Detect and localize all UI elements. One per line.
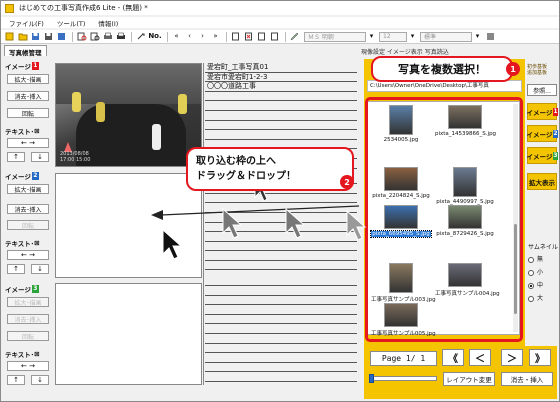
cursor-icon [162, 228, 183, 260]
cursor-icon [346, 209, 367, 241]
cursor-icon [285, 207, 306, 239]
callout-2-line2: ドラッグ＆ドロップ！ [196, 171, 296, 182]
app-window: はじめての工事写真作成6 Lite - (無題) * ファイル(F) ツール(T… [0, 0, 560, 402]
cursor-icon [222, 207, 243, 239]
callout-2-badge: 2 [340, 175, 354, 189]
callout-drag-drop: 取り込む枠の上へ ドラッグ＆ドロップ！ [186, 147, 354, 191]
callout-1-badge: 1 [506, 62, 520, 76]
callout-2-line1: 取り込む枠の上へ [196, 156, 276, 167]
callout-select-multiple: 写真を複数選択！ [371, 56, 513, 82]
callout-1-text: 写真を複数選択！ [398, 63, 486, 76]
